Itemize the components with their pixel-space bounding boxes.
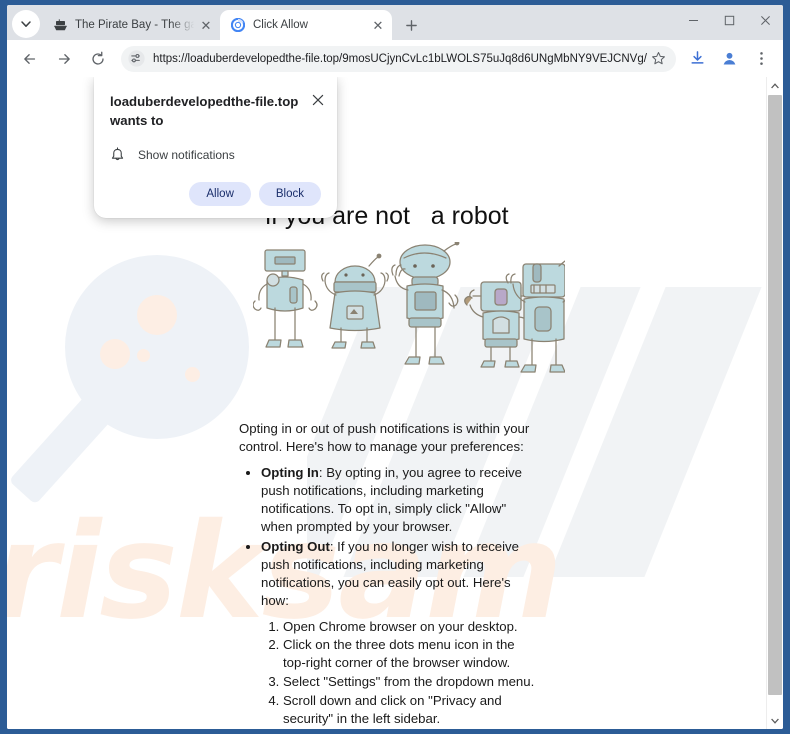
page-body: Opting in or out of push notifications i…: [239, 420, 539, 729]
bullet-opting-in: Opting In: By opting in, you agree to re…: [261, 464, 539, 536]
reload-icon: [92, 51, 104, 65]
chevron-down-icon: [771, 718, 779, 724]
watermark-dot: [185, 367, 200, 382]
robots-illustration: [252, 240, 583, 377]
watermark-dot: [137, 295, 177, 335]
browser-window: The Pirate Bay - The galaxy's m ✕ Click …: [7, 5, 783, 729]
maximize-icon: [724, 15, 734, 26]
tab-pirate-bay[interactable]: The Pirate Bay - The galaxy's m ✕: [42, 10, 220, 40]
bell-icon: [110, 147, 132, 163]
forward-button[interactable]: [50, 45, 78, 73]
permission-row: Show notifications: [110, 147, 321, 163]
close-icon: [312, 94, 324, 106]
list-item: Scroll down and click on "Privacy and se…: [283, 692, 539, 728]
profile-avatar-icon[interactable]: [716, 46, 742, 72]
list-item: Click on the three dots menu icon in the…: [283, 636, 539, 672]
url-text: https://loaduberdevelopedthe-file.top/9m…: [153, 52, 647, 65]
back-button[interactable]: [16, 45, 44, 73]
scroll-up-arrow[interactable]: [767, 77, 783, 94]
window-controls: [675, 5, 783, 37]
watermark-dot: [137, 349, 150, 362]
chevron-down-icon: [21, 21, 31, 27]
page-viewport: risksam if you are not a robot Opting in…: [7, 77, 783, 729]
tab-click-allow[interactable]: Click Allow ✕: [220, 10, 392, 40]
three-dots-menu-icon[interactable]: [748, 46, 774, 72]
scroll-down-arrow[interactable]: [767, 712, 783, 729]
tab-close-button[interactable]: ✕: [198, 17, 214, 33]
minimize-button[interactable]: [675, 5, 711, 36]
watermark-dot: [100, 339, 130, 369]
bullet-term: Opting Out: [261, 538, 330, 554]
browser-toolbar: https://loaduberdevelopedthe-file.top/9m…: [7, 40, 783, 77]
tab-title: Click Allow: [253, 19, 308, 31]
vertical-scrollbar[interactable]: [766, 77, 783, 729]
tab-title: The Pirate Bay - The galaxy's m: [75, 19, 198, 31]
close-icon: [760, 16, 770, 25]
list-item: Select "Settings" from the dropdown menu…: [283, 673, 539, 691]
tab-close-button[interactable]: ✕: [370, 17, 386, 33]
list-item: Open Chrome browser on your desktop.: [283, 618, 539, 636]
maximize-button[interactable]: [711, 5, 747, 36]
tab-strip: The Pirate Bay - The galaxy's m ✕ Click …: [7, 5, 783, 40]
chrome-icon: [230, 17, 246, 33]
web-page: risksam if you are not a robot Opting in…: [7, 77, 766, 729]
tune-icon[interactable]: [125, 48, 147, 70]
bookmark-star-icon[interactable]: [651, 51, 666, 66]
tab-search-button[interactable]: [12, 10, 40, 38]
address-bar[interactable]: https://loaduberdevelopedthe-file.top/9m…: [121, 45, 676, 72]
download-icon[interactable]: [684, 46, 710, 72]
chevron-up-icon: [771, 82, 779, 88]
plus-icon: [405, 19, 417, 31]
bullet-term: Opting In: [261, 464, 319, 480]
close-button[interactable]: [747, 5, 783, 36]
lead-paragraph: Opting in or out of push notifications i…: [239, 421, 530, 454]
arrow-right-icon: [58, 53, 70, 64]
block-button[interactable]: Block: [258, 182, 321, 207]
new-tab-button[interactable]: [397, 11, 425, 39]
ship-icon: [52, 17, 68, 33]
steps-list: Open Chrome browser on your desktop. Cli…: [283, 618, 539, 729]
bullet-list: Opting In: By opting in, you agree to re…: [261, 464, 539, 610]
arrow-left-icon: [24, 53, 36, 64]
allow-button[interactable]: Allow: [189, 182, 251, 207]
bullet-opting-out: Opting Out: If you no longer wish to rec…: [261, 538, 539, 610]
permission-buttons: Allow Block: [110, 182, 321, 207]
minimize-icon: [688, 20, 698, 21]
permission-label: Show notifications: [138, 148, 235, 163]
permission-dialog-title: loaduberdevelopedthe-file.top wants to: [110, 94, 299, 128]
permission-close-button[interactable]: [308, 90, 328, 110]
notification-permission-dialog: loaduberdevelopedthe-file.top wants to S…: [94, 77, 337, 219]
reload-button[interactable]: [84, 45, 112, 73]
scrollbar-thumb[interactable]: [768, 95, 782, 695]
magnifier-watermark: [65, 255, 249, 439]
